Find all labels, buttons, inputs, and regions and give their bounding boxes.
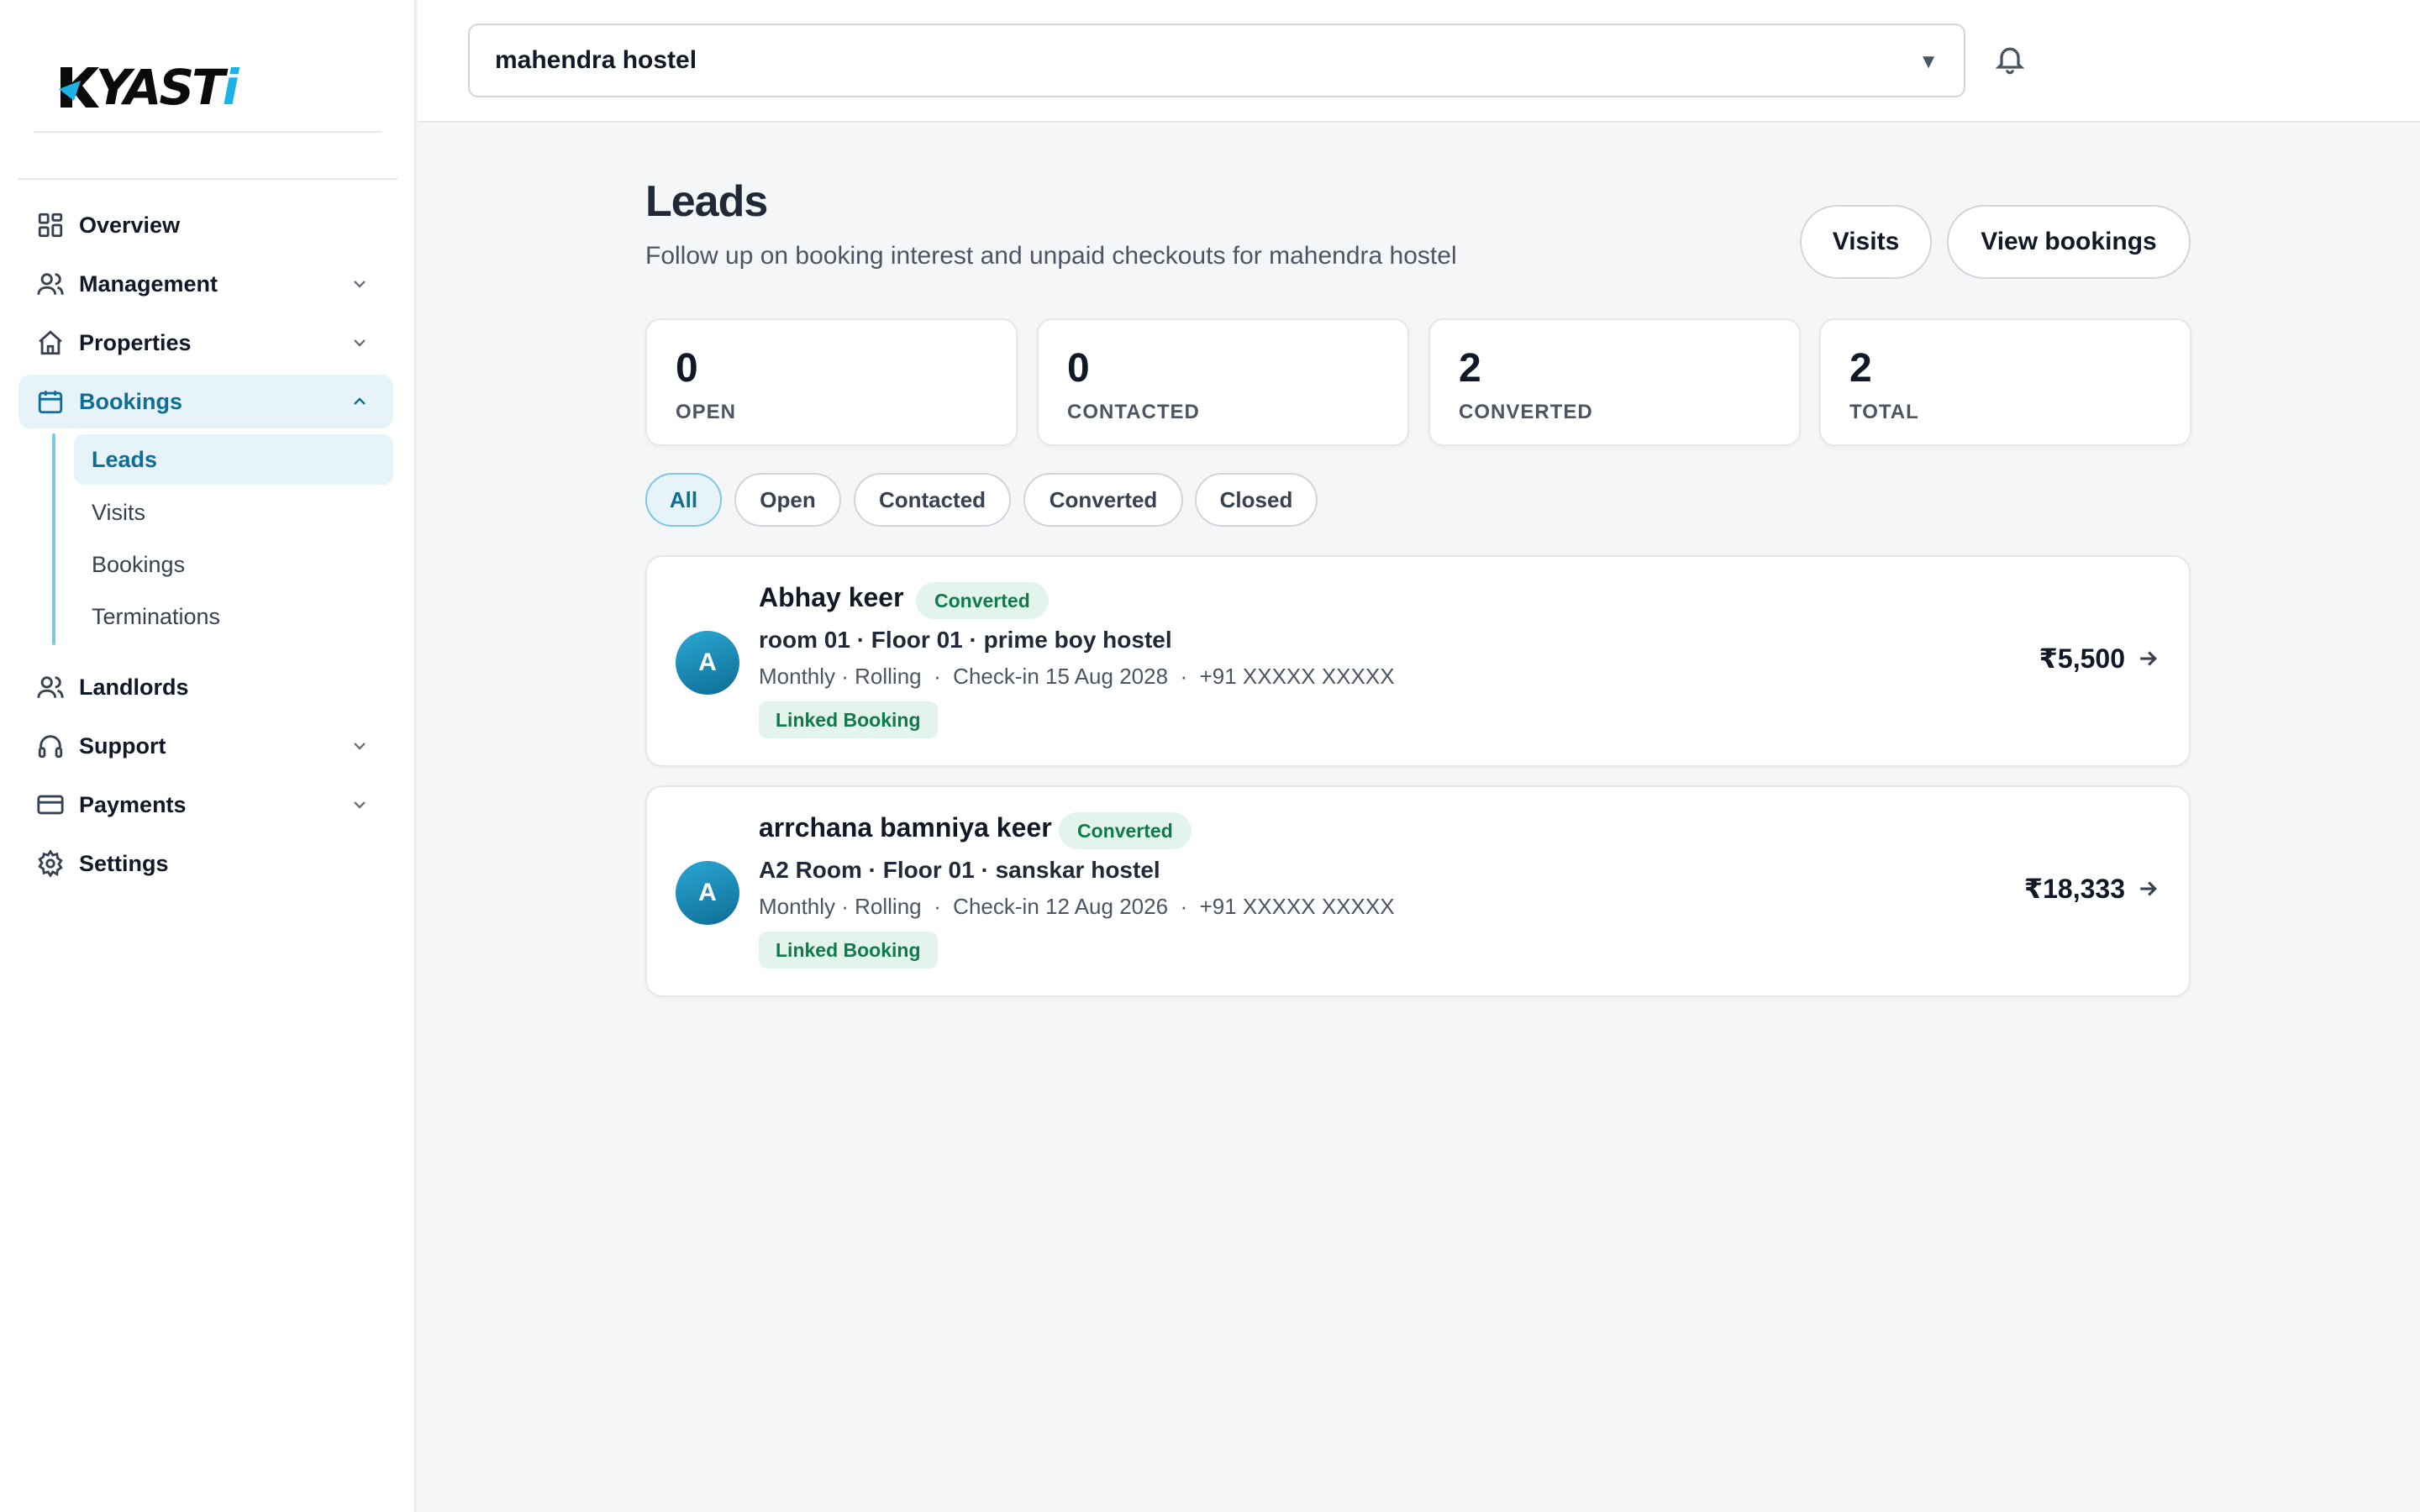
brand-logo[interactable]: YASTi [57,59,239,116]
stat-label: OPEN [676,401,737,423]
sidebar-item-settings[interactable]: Settings [18,837,393,890]
visits-button[interactable]: Visits [1800,205,1932,279]
linked-booking-badge: Linked Booking [759,701,938,738]
top-bar: mahendra hostel ▼ [418,0,2420,123]
lead-room: A2 Room · Floor 01 · sanskar hostel [759,857,1160,883]
sidebar-subitem-leads[interactable]: Leads [74,434,393,485]
stat-value: 0 [676,346,698,391]
sidebar-item-overview[interactable]: Overview [18,198,393,252]
filter-chip-all[interactable]: All [645,473,722,527]
logo-mark-icon [59,67,99,108]
lead-meta: Monthly · Rolling · Check-in 15 Aug 2028… [759,664,1395,689]
lead-name: arrchana bamniya keer [759,812,1052,843]
sidebar-item-label: Bookings [79,388,183,414]
stat-card-converted: 2 CONVERTED [1428,318,1801,446]
arrow-right-icon [2135,876,2162,903]
lead-name: Abhay keer [759,582,904,612]
property-selector-value: mahendra hostel [495,46,697,74]
lead-card[interactable]: A arrchana bamniya keer Converted A2 Roo… [645,785,2191,997]
page-subtitle: Follow up on booking interest and unpaid… [645,242,1457,270]
logo-area: YASTi [34,34,382,133]
status-badge: Converted [1059,812,1192,849]
stat-card-open: 0 OPEN [645,318,1018,446]
sidebar-divider [18,178,397,180]
gear-icon [35,848,66,879]
filter-chip-converted[interactable]: Converted [1023,473,1183,527]
calendar-icon [35,386,66,417]
caret-down-icon: ▼ [1918,50,1939,73]
sidebar-item-label: Support [79,732,166,759]
stat-label: CONVERTED [1459,401,1593,423]
chevron-down-icon [350,795,370,815]
avatar: A [676,631,739,695]
sidebar-item-properties[interactable]: Properties [18,316,393,370]
lead-meta: Monthly · Rolling · Check-in 12 Aug 2026… [759,894,1395,919]
view-bookings-button[interactable]: View bookings [1947,205,2191,279]
lead-card[interactable]: A Abhay keer Converted room 01 · Floor 0… [645,555,2191,767]
chevron-down-icon [350,333,370,353]
lead-amount: ₹5,500 [2039,643,2125,674]
chevron-down-icon [350,736,370,756]
arrow-right-icon [2135,646,2162,673]
sidebar-item-label: Settings [79,850,169,876]
stat-card-total: 2 TOTAL [1819,318,2191,446]
subnav-indicator [52,433,55,645]
chevron-up-icon [350,391,370,412]
sidebar-item-label: Properties [79,329,192,355]
stat-value: 0 [1067,346,1090,391]
sidebar-item-management[interactable]: Management [18,257,393,311]
sidebar-item-landlords[interactable]: Landlords [18,660,393,714]
filter-chip-open[interactable]: Open [734,473,841,527]
stat-label: TOTAL [1849,401,1919,423]
sidebar-item-label: Landlords [79,674,189,700]
stat-value: 2 [1459,346,1481,391]
notifications-bell-icon[interactable] [1993,42,2030,79]
sidebar-subitem-bookings[interactable]: Bookings [74,539,393,590]
grid-icon [35,210,66,240]
sidebar-item-payments[interactable]: Payments [18,778,393,832]
stat-card-contacted: 0 CONTACTED [1037,318,1409,446]
logo-text: YASTi [96,59,239,116]
sidebar-subitem-visits[interactable]: Visits [74,487,393,538]
home-icon [35,328,66,358]
property-selector[interactable]: mahendra hostel ▼ [468,24,1965,97]
headset-icon [35,731,66,761]
filter-chip-closed[interactable]: Closed [1195,473,1318,527]
lead-room: room 01 · Floor 01 · prime boy hostel [759,627,1172,653]
status-badge: Converted [916,582,1049,619]
users-icon [35,672,66,702]
sidebar-subitem-terminations[interactable]: Terminations [74,591,393,642]
users-icon [35,269,66,299]
linked-booking-badge: Linked Booking [759,932,938,969]
sidebar-item-label: Payments [79,791,187,817]
page-title: Leads [645,177,768,226]
lead-amount: ₹18,333 [2023,874,2125,904]
sidebar-item-bookings[interactable]: Bookings [18,375,393,428]
sidebar-item-label: Overview [79,212,181,238]
stat-label: CONTACTED [1067,401,1200,423]
sidebar-item-support[interactable]: Support [18,719,393,773]
sidebar: YASTi Overview Management Properties Boo… [0,0,416,1512]
filter-chip-contacted[interactable]: Contacted [854,473,1011,527]
chevron-down-icon [350,274,370,294]
sidebar-item-label: Management [79,270,218,297]
stat-value: 2 [1849,346,1872,391]
avatar: A [676,861,739,925]
credit-card-icon [35,790,66,820]
